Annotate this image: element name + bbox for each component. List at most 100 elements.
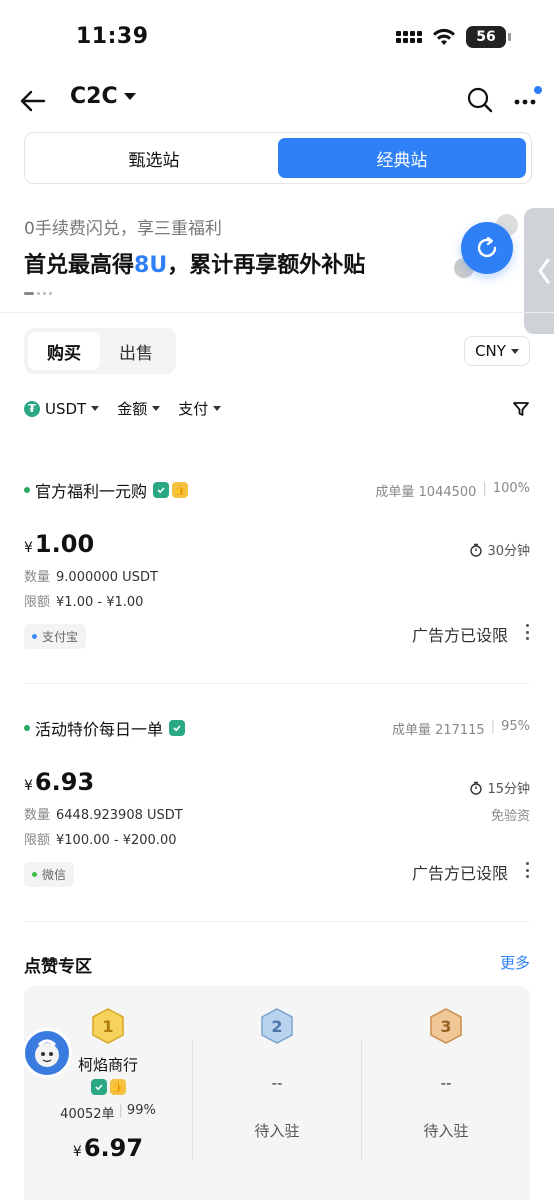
chevron-down-icon — [123, 93, 136, 100]
chevron-down-icon — [213, 406, 222, 411]
quantity-row: 数量 6448.923908 USDT — [24, 808, 183, 823]
svg-text:3: 3 — [440, 1017, 451, 1036]
carousel-indicator — [24, 292, 52, 295]
completion-rate: 100% — [492, 481, 530, 496]
payment-time: 15分钟 — [469, 778, 530, 797]
chevron-down-icon — [152, 406, 161, 411]
rank-second[interactable]: 2 -- 待入驻 — [193, 1008, 361, 1141]
price-value: 1.00 — [34, 530, 95, 558]
more-options-icon[interactable] — [524, 862, 530, 878]
bronze-medal-icon: 3 — [430, 1008, 462, 1044]
no-deposit-check: 免验资 — [490, 809, 530, 824]
completion-rate: 95% — [501, 719, 530, 734]
price: ¥ 6.97 — [72, 1134, 144, 1162]
section-title: 点赞专区 — [24, 957, 92, 977]
chevron-down-icon — [91, 406, 100, 411]
thumbs-up-icon: 👍 — [109, 1079, 126, 1095]
tab-buy[interactable]: 购买 — [28, 332, 100, 370]
wifi-icon — [433, 28, 455, 45]
merchant-name[interactable]: 官方福利一元购 — [35, 478, 147, 502]
timer-icon — [470, 781, 483, 795]
verified-badge-icon — [90, 1079, 107, 1095]
price: ¥ 1.00 — [24, 530, 95, 558]
price-value: 6.93 — [34, 768, 95, 796]
status-bar: 11:39 56 — [0, 0, 554, 72]
online-status-dot — [24, 725, 30, 731]
search-icon[interactable] — [466, 86, 494, 114]
amount-filter[interactable]: 金额 — [117, 398, 161, 419]
tab-classic-station[interactable]: 经典站 — [278, 138, 526, 178]
station-switch: 甄选站 经典站 — [24, 132, 532, 184]
chevron-down-icon — [510, 348, 519, 354]
promo-title: 首兑最高得8U，累计再享额外补贴 — [24, 253, 366, 278]
svg-text:1: 1 — [102, 1017, 113, 1036]
price: ¥ 6.93 — [24, 768, 95, 796]
divider — [0, 312, 554, 313]
silver-medal-icon: 2 — [261, 1008, 293, 1044]
tab-selected-station[interactable]: 甄选站 — [30, 138, 278, 178]
payment-method-tag: 支付宝 — [24, 624, 87, 649]
promo-subtitle: 0手续费闪兑，享三重福利 — [24, 219, 222, 239]
signal-icon — [396, 31, 422, 43]
exchange-icon — [461, 222, 513, 274]
merchant-stats: 40052单 | 99% — [60, 1103, 156, 1122]
side-drawer-handle[interactable] — [524, 208, 554, 334]
payment-method-tag: 微信 — [24, 862, 75, 887]
market-selector[interactable]: C2C — [70, 84, 136, 109]
online-status-dot — [24, 487, 30, 493]
like-zone-card: 1 柯焰商行 👍 40052单 | 99% ¥ 6.97 2 -- 待入驻 3 -- — [22, 986, 530, 1200]
thumbs-up-icon: 👍 — [172, 482, 189, 498]
filter-icon[interactable] — [512, 400, 530, 418]
asset-filter[interactable]: ₮ USDT — [24, 400, 100, 418]
more-link[interactable]: 更多 — [500, 952, 530, 973]
gold-medal-icon: 1 — [92, 1008, 124, 1044]
merchant-stats: 成单量 1044500 | 100% — [375, 481, 530, 500]
merchant-stats: 成单量 217115 | 95% — [391, 719, 530, 738]
status-time: 11:39 — [76, 24, 149, 49]
merchant-name: 柯焰商行 — [77, 1056, 138, 1074]
rank-first[interactable]: 1 柯焰商行 👍 40052单 | 99% ¥ 6.97 — [24, 1008, 192, 1162]
promo-banner[interactable]: 0手续费闪兑，享三重福利 首兑最高得8U，累计再享额外补贴 — [24, 214, 524, 304]
more-options-icon[interactable] — [524, 624, 530, 640]
wechat-dot — [32, 872, 37, 877]
currency-selector[interactable]: CNY — [464, 336, 530, 366]
pending-status: 待入驻 — [423, 1122, 469, 1140]
usdt-icon: ₮ — [24, 400, 40, 417]
empty-slot: -- — [271, 1074, 283, 1092]
battery-icon: 56 — [466, 26, 511, 48]
rank-third[interactable]: 3 -- 待入驻 — [362, 1008, 530, 1141]
svg-text:2: 2 — [271, 1017, 282, 1036]
payment-time: 30分钟 — [469, 540, 530, 559]
price-value: 6.97 — [83, 1134, 144, 1162]
order-count: 成单量 217115 — [391, 723, 485, 738]
more-button[interactable] — [512, 86, 542, 112]
quantity-row: 数量 9.000000 USDT — [24, 570, 158, 585]
buy-sell-toggle: 购买 出售 — [24, 328, 176, 374]
verified-badge-icon — [169, 720, 186, 736]
back-arrow-icon[interactable] — [18, 86, 48, 116]
empty-slot: -- — [440, 1074, 452, 1092]
order-count: 成单量 1044500 — [375, 485, 477, 500]
verified-badge-icon — [153, 482, 170, 498]
limit-row: 限额 ¥100.00 - ¥200.00 — [24, 833, 177, 848]
timer-icon — [470, 543, 483, 557]
restricted-notice: 广告方已设限 — [411, 626, 508, 645]
nav-bar: C2C — [0, 78, 554, 124]
limit-row: 限额 ¥1.00 - ¥1.00 — [24, 595, 144, 610]
status-icons: 56 — [396, 26, 511, 48]
alipay-dot — [32, 634, 37, 639]
notification-dot — [534, 86, 542, 94]
restricted-notice: 广告方已设限 — [411, 864, 508, 883]
ad-listing[interactable]: 官方福利一元购 👍 成单量 1044500 | 100% ¥ 1.00 30分钟… — [24, 478, 530, 658]
chevron-left-icon — [538, 258, 550, 284]
divider — [24, 921, 530, 922]
currency-label: CNY — [475, 342, 506, 360]
divider — [24, 683, 530, 684]
ad-listing[interactable]: 活动特价每日一单 成单量 217115 | 95% ¥ 6.93 15分钟 免验… — [24, 716, 530, 896]
page-title: C2C — [70, 84, 118, 109]
merchant-name[interactable]: 活动特价每日一单 — [35, 716, 163, 740]
tab-sell[interactable]: 出售 — [100, 332, 172, 370]
filter-bar: ₮ USDT 金额 支付 — [24, 398, 222, 419]
payment-filter[interactable]: 支付 — [178, 398, 222, 419]
pending-status: 待入驻 — [254, 1122, 300, 1140]
